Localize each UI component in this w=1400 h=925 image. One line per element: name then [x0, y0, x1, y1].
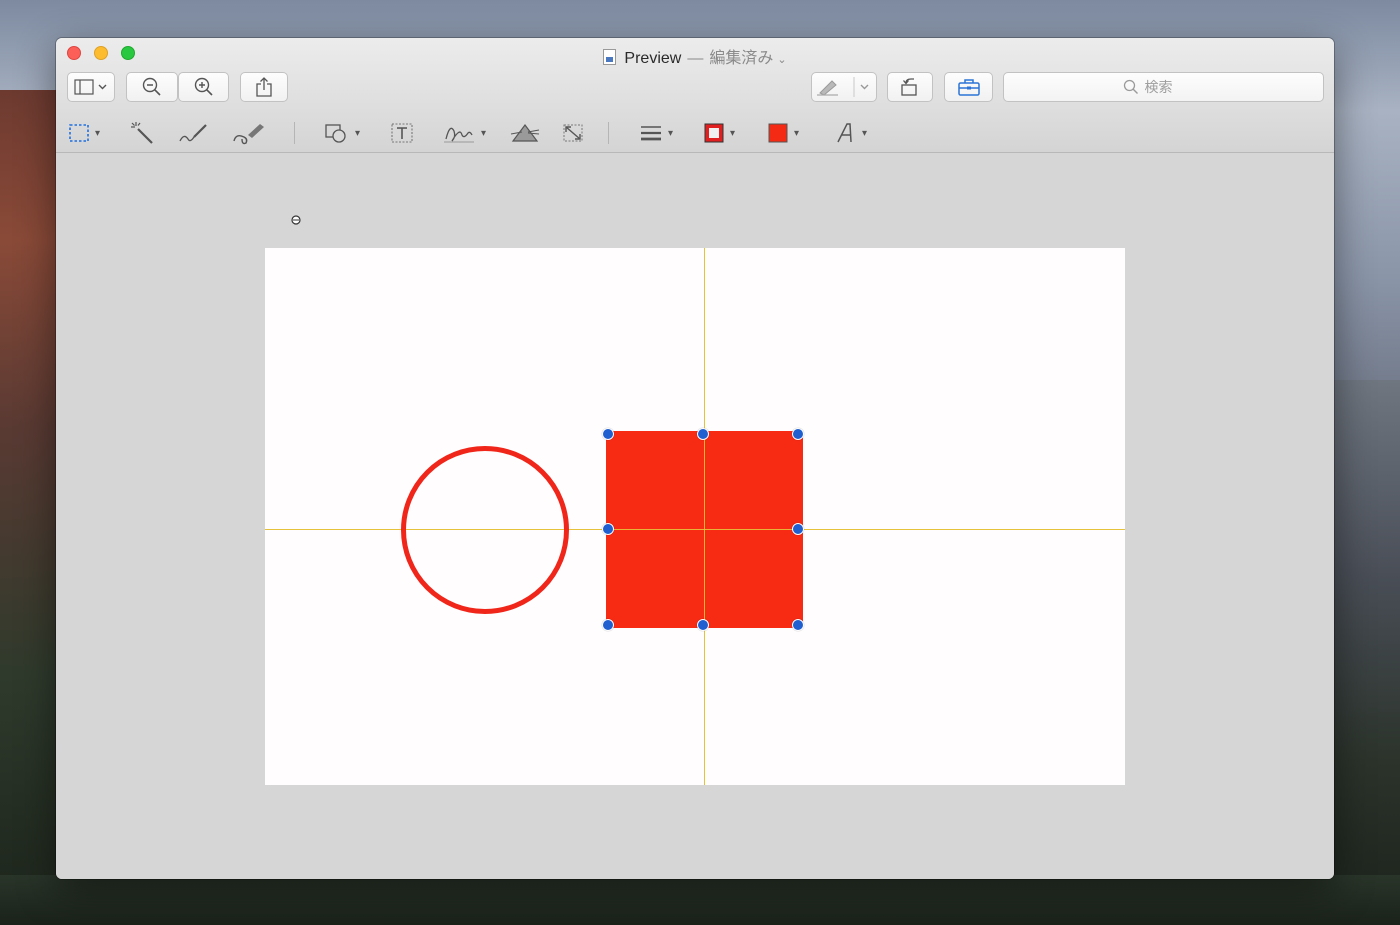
- chevron-down-icon: ▾: [481, 127, 487, 139]
- magic-wand-icon: [131, 122, 153, 144]
- toolbox-icon: [957, 79, 980, 96]
- adjust-color-tool[interactable]: [510, 118, 540, 148]
- fill-color-icon: [768, 123, 788, 143]
- share-button[interactable]: [240, 72, 288, 102]
- zoom-in-button[interactable]: [178, 72, 229, 102]
- search-icon: [1123, 79, 1138, 94]
- chevron-down-icon: ▾: [668, 127, 674, 139]
- preview-window: Preview — 編集済み ⌄ 検索 ▾ ▾ ▾ ▾ ▾ ▾ ▾: [56, 38, 1334, 879]
- sidebar-icon: [74, 79, 107, 95]
- zoom-out-icon: [142, 77, 161, 96]
- square-guide-vertical: [704, 431, 705, 628]
- shapes-icon: [325, 124, 346, 143]
- resize-handle-left[interactable]: [602, 523, 614, 535]
- resize-handle-top[interactable]: [697, 428, 709, 440]
- chevron-down-icon: ▾: [862, 127, 868, 139]
- selection-rectangle-icon: [69, 124, 89, 142]
- draw-icon: [233, 124, 264, 145]
- resize-icon: [563, 124, 583, 142]
- chevron-down-icon: ▾: [95, 127, 101, 139]
- document-icon: [603, 49, 617, 65]
- desktop-background-bottom: [0, 875, 1400, 925]
- border-color-icon: [704, 123, 724, 143]
- chevron-down-icon: ⌄: [777, 54, 787, 66]
- font-icon: [837, 123, 852, 143]
- text-box-icon: [391, 123, 413, 143]
- shapes-tool[interactable]: ▾: [324, 118, 360, 148]
- rectangular-selection-tool[interactable]: ▾: [68, 118, 100, 148]
- chevron-down-icon: ▾: [794, 127, 800, 139]
- circle-shape[interactable]: [401, 446, 569, 614]
- toolbar-divider: [608, 122, 609, 144]
- resize-handle-bottom[interactable]: [697, 619, 709, 631]
- adjust-size-tool[interactable]: [561, 118, 585, 148]
- resize-handle-right[interactable]: [792, 523, 804, 535]
- chevron-down-icon: ▾: [355, 127, 361, 139]
- window-title-status: 編集済み: [709, 50, 774, 67]
- sidebar-button[interactable]: [67, 72, 115, 102]
- text-tool[interactable]: [390, 118, 414, 148]
- sketch-icon: [179, 124, 207, 142]
- resize-handle-bottom-right[interactable]: [792, 619, 804, 631]
- chevron-down-icon: ▾: [730, 127, 736, 139]
- cursor-icon: [291, 215, 301, 225]
- titlebar: Preview — 編集済み ⌄ 検索 ▾ ▾ ▾ ▾ ▾ ▾ ▾: [56, 38, 1334, 153]
- draw-tool[interactable]: [232, 118, 268, 148]
- fill-color-tool[interactable]: ▾: [767, 118, 799, 148]
- zoom-out-button[interactable]: [126, 72, 178, 102]
- prism-icon: [510, 124, 540, 142]
- line-style-icon: [641, 126, 661, 141]
- toolbar-divider: [294, 122, 295, 144]
- square-shape[interactable]: [606, 431, 803, 628]
- instant-alpha-tool[interactable]: [130, 118, 156, 148]
- rotate-button[interactable]: [887, 72, 933, 102]
- sign-tool[interactable]: ▾: [442, 118, 486, 148]
- sketch-tool[interactable]: [178, 118, 210, 148]
- rotate-icon: [901, 78, 917, 96]
- signature-icon: [444, 127, 474, 143]
- pen-icon: [817, 77, 869, 97]
- window-title[interactable]: Preview — 編集済み ⌄: [56, 44, 1334, 68]
- window-title-separator: —: [687, 50, 704, 67]
- markup-toolbar: ▾ ▾ ▾ ▾ ▾ ▾ ▾: [56, 116, 1334, 152]
- search-input[interactable]: [1144, 79, 1205, 95]
- text-style-tool[interactable]: ▾: [835, 118, 867, 148]
- border-color-tool[interactable]: ▾: [703, 118, 735, 148]
- markup-toolbar-button[interactable]: [944, 72, 993, 102]
- resize-handle-top-left[interactable]: [602, 428, 614, 440]
- resize-handle-bottom-left[interactable]: [602, 619, 614, 631]
- resize-handle-top-right[interactable]: [792, 428, 804, 440]
- zoom-in-icon: [194, 77, 213, 96]
- document-canvas[interactable]: [56, 154, 1334, 879]
- share-icon: [256, 77, 272, 97]
- document-page[interactable]: [265, 248, 1125, 785]
- highlight-button[interactable]: [811, 72, 877, 102]
- shape-style-tool[interactable]: ▾: [639, 118, 673, 148]
- search-field[interactable]: [1003, 72, 1324, 102]
- window-title-name: Preview: [624, 50, 682, 67]
